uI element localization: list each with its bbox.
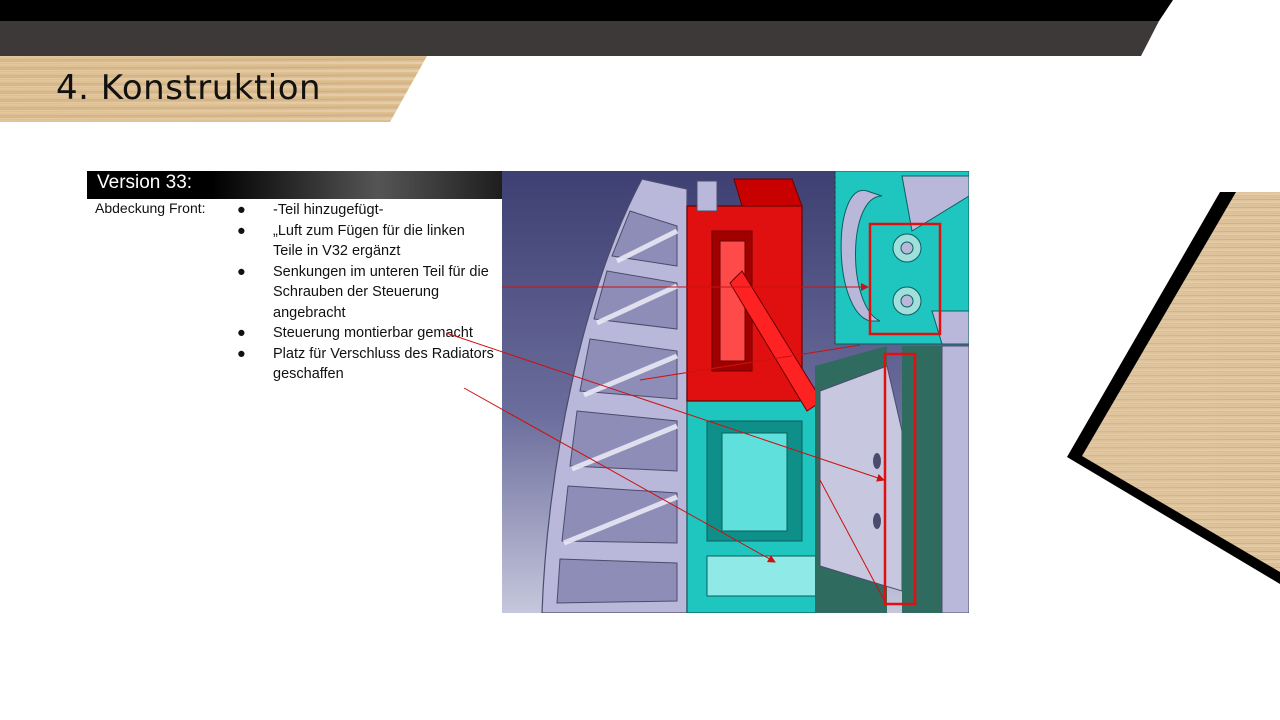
change-list: ● -Teil hinzugefügt- ● „Luft zum Fügen für… <box>236 200 498 385</box>
header-dark-bar <box>0 21 1159 56</box>
version-label: Version 33: <box>97 172 193 193</box>
list-item-text: „Luft zum Fügen für die linken Teile in … <box>273 222 465 260</box>
list-item-text: Steuerung montierbar gemacht <box>273 325 473 341</box>
list-item: ● -Teil hinzugefügt- <box>236 200 498 221</box>
bullet-icon: ● <box>237 345 246 362</box>
list-item-text: -Teil hinzugefügt- <box>273 202 384 218</box>
list-item-text: Senkungen im unteren Teil für die Schrau… <box>273 263 489 321</box>
bullet-icon: ● <box>237 222 246 239</box>
bullet-icon: ● <box>237 325 246 341</box>
list-item: ● Senkungen im unteren Teil für die Schra… <box>236 262 498 324</box>
list-item: ● Platz für Verschluss des Radiators gesc… <box>236 344 498 385</box>
slide-title: 4. Konstruktion <box>56 68 322 108</box>
list-item: ● „Luft zum Fügen für die linken Teile in… <box>236 221 498 262</box>
bullet-icon: ● <box>237 202 246 218</box>
header-black-bar <box>0 0 1173 21</box>
list-item: ● Steuerung montierbar gemacht <box>236 323 498 344</box>
section-label: Abdeckung Front: <box>95 200 206 216</box>
bullet-icon: ● <box>237 263 246 280</box>
cad-model-image <box>502 171 969 613</box>
list-item-text: Platz für Verschluss des Radiators gesch… <box>273 345 494 383</box>
